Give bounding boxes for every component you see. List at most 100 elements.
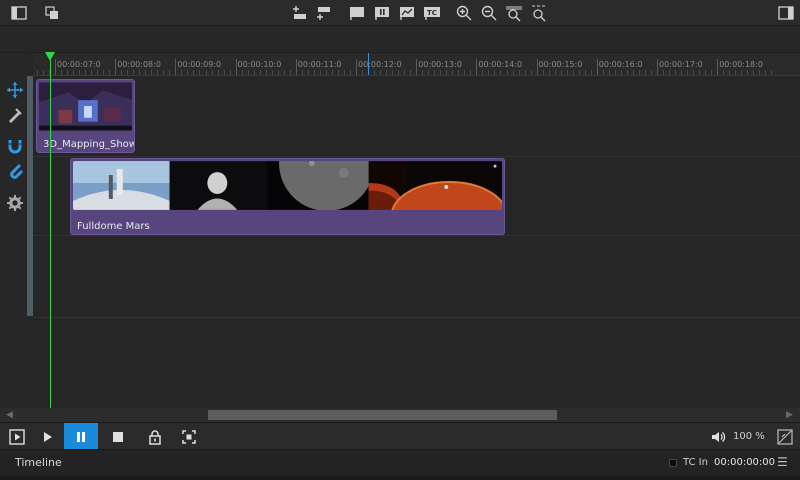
sidebar-left-icon[interactable] bbox=[10, 4, 28, 22]
ruler-minor-tick bbox=[253, 70, 255, 75]
ruler-minor-tick bbox=[265, 70, 267, 75]
add-track-above-icon[interactable] bbox=[290, 4, 308, 22]
playhead-handle[interactable] bbox=[45, 52, 55, 61]
move-icon[interactable] bbox=[6, 81, 24, 99]
lock-button[interactable] bbox=[138, 423, 172, 450]
ruler-minor-tick bbox=[711, 70, 713, 75]
ruler-minor-tick bbox=[187, 70, 189, 75]
ruler-major-tick bbox=[657, 59, 658, 75]
marker-flag-icon[interactable] bbox=[348, 4, 366, 22]
ruler-minor-tick bbox=[614, 70, 616, 75]
track-divider bbox=[33, 317, 800, 318]
tc-indicator[interactable] bbox=[669, 459, 677, 467]
ruler-minor-tick bbox=[313, 70, 315, 75]
ruler-minor-tick bbox=[133, 70, 135, 75]
copy-icon[interactable] bbox=[43, 4, 61, 22]
clip-fulldome-mars[interactable]: Fulldome Mars bbox=[70, 158, 505, 235]
sidebar-right-icon[interactable] bbox=[777, 4, 795, 22]
ruler-minor-tick bbox=[548, 70, 550, 75]
ruler-minor-tick bbox=[157, 70, 159, 75]
ruler-minor-tick bbox=[343, 70, 345, 75]
ruler-tick-label: 00:00:17:0 bbox=[659, 60, 703, 69]
track-divider bbox=[33, 235, 800, 236]
clip-label: 3D_Mapping_Show bbox=[43, 139, 135, 150]
marker-pause-icon[interactable] bbox=[373, 4, 391, 22]
stop-button[interactable] bbox=[101, 423, 135, 450]
panel-title[interactable]: Timeline bbox=[15, 456, 62, 469]
razor-icon[interactable] bbox=[6, 106, 24, 124]
ruler-minor-tick bbox=[482, 70, 484, 75]
scroll-left-icon[interactable]: ◀ bbox=[6, 410, 13, 420]
ruler-minor-tick bbox=[735, 70, 737, 75]
ruler-tick-label: 00:00:16:0 bbox=[598, 60, 643, 69]
magnet-icon[interactable] bbox=[6, 137, 24, 155]
ruler-minor-tick bbox=[163, 70, 165, 75]
ruler-minor-tick bbox=[404, 70, 406, 75]
horizontal-scrollbar[interactable]: ◀ ▶ bbox=[0, 408, 800, 422]
ruler-minor-tick bbox=[139, 70, 141, 75]
volume-button[interactable] bbox=[701, 423, 735, 450]
clip-label: Fulldome Mars bbox=[77, 221, 150, 232]
snap-icon[interactable] bbox=[6, 162, 24, 180]
settings-icon[interactable] bbox=[6, 194, 24, 212]
add-track-below-icon[interactable] bbox=[314, 4, 332, 22]
tc-value[interactable]: 00:00:00:00 bbox=[714, 457, 775, 468]
top-toolbar: TC bbox=[0, 0, 800, 26]
ruler-minor-tick bbox=[211, 70, 213, 75]
marker-tc-icon[interactable]: TC bbox=[423, 4, 441, 22]
ruler-major-tick bbox=[596, 59, 598, 75]
ruler-minor-tick bbox=[458, 70, 460, 75]
ruler-minor-tick bbox=[283, 70, 285, 75]
ruler-minor-tick bbox=[325, 70, 327, 75]
ruler-minor-tick bbox=[584, 70, 586, 75]
ruler-minor-tick bbox=[464, 70, 466, 75]
timecode-toggle-button[interactable] bbox=[768, 423, 800, 450]
ruler-minor-tick bbox=[500, 70, 502, 75]
ruler-minor-tick bbox=[560, 70, 562, 75]
ruler-tick-label: 00:00:09:0 bbox=[177, 60, 222, 69]
ruler-tick-label: 00:00:13:0 bbox=[418, 60, 462, 69]
ruler-minor-tick bbox=[145, 70, 147, 75]
ruler-minor-tick bbox=[759, 70, 761, 75]
ruler-minor-tick bbox=[103, 70, 105, 75]
ruler-minor-tick bbox=[36, 70, 38, 75]
ruler-minor-tick bbox=[289, 70, 291, 75]
ruler-minor-tick bbox=[741, 70, 743, 75]
ruler-tick-label: 00:00:08:0 bbox=[117, 60, 161, 69]
marker-graph-icon[interactable] bbox=[398, 4, 416, 22]
ruler-minor-tick bbox=[121, 70, 123, 75]
ruler-major-tick bbox=[356, 59, 357, 75]
ruler-minor-tick bbox=[530, 70, 532, 75]
ruler-minor-tick bbox=[151, 70, 153, 75]
time-ruler[interactable]: 00:00:07:0 00:00:08:0 00:00:09:0 00:00:10:0… bbox=[33, 53, 800, 76]
ruler-minor-tick bbox=[79, 70, 81, 75]
ruler-minor-tick bbox=[488, 70, 490, 75]
focus-button[interactable] bbox=[172, 423, 206, 450]
zoom-custom-icon[interactable] bbox=[530, 4, 548, 22]
play-button[interactable] bbox=[30, 423, 64, 450]
play-from-start-button[interactable] bbox=[0, 423, 34, 450]
ruler-minor-tick bbox=[205, 70, 207, 75]
clip-thumbnail bbox=[39, 82, 132, 131]
zoom-fit-icon[interactable] bbox=[505, 4, 523, 22]
scroll-right-icon[interactable]: ▶ bbox=[786, 410, 793, 420]
track-area[interactable]: 3D_Mapping_Show Fulldome Mars bbox=[33, 76, 800, 408]
scrollbar-thumb[interactable] bbox=[208, 410, 557, 420]
ruler-minor-tick bbox=[349, 70, 351, 75]
ruler-major-tick bbox=[235, 59, 237, 75]
zoom-in-icon[interactable] bbox=[455, 4, 473, 22]
ruler-minor-tick bbox=[380, 70, 382, 75]
ruler-minor-tick bbox=[301, 70, 303, 75]
ruler-minor-tick bbox=[590, 70, 592, 75]
ruler-minor-tick bbox=[572, 70, 574, 75]
zoom-out-icon[interactable] bbox=[480, 4, 498, 22]
ruler-minor-tick bbox=[392, 70, 394, 75]
ruler-tick-label: 00:00:14:0 bbox=[478, 60, 523, 69]
menu-icon[interactable]: ☰ bbox=[777, 455, 788, 469]
pause-button[interactable] bbox=[64, 423, 98, 450]
playhead[interactable] bbox=[50, 53, 51, 408]
ruler-minor-tick bbox=[42, 70, 44, 75]
clip-thumbnail bbox=[73, 161, 502, 210]
volume-level[interactable]: 100 % bbox=[733, 431, 765, 442]
ruler-minor-tick bbox=[554, 70, 556, 75]
